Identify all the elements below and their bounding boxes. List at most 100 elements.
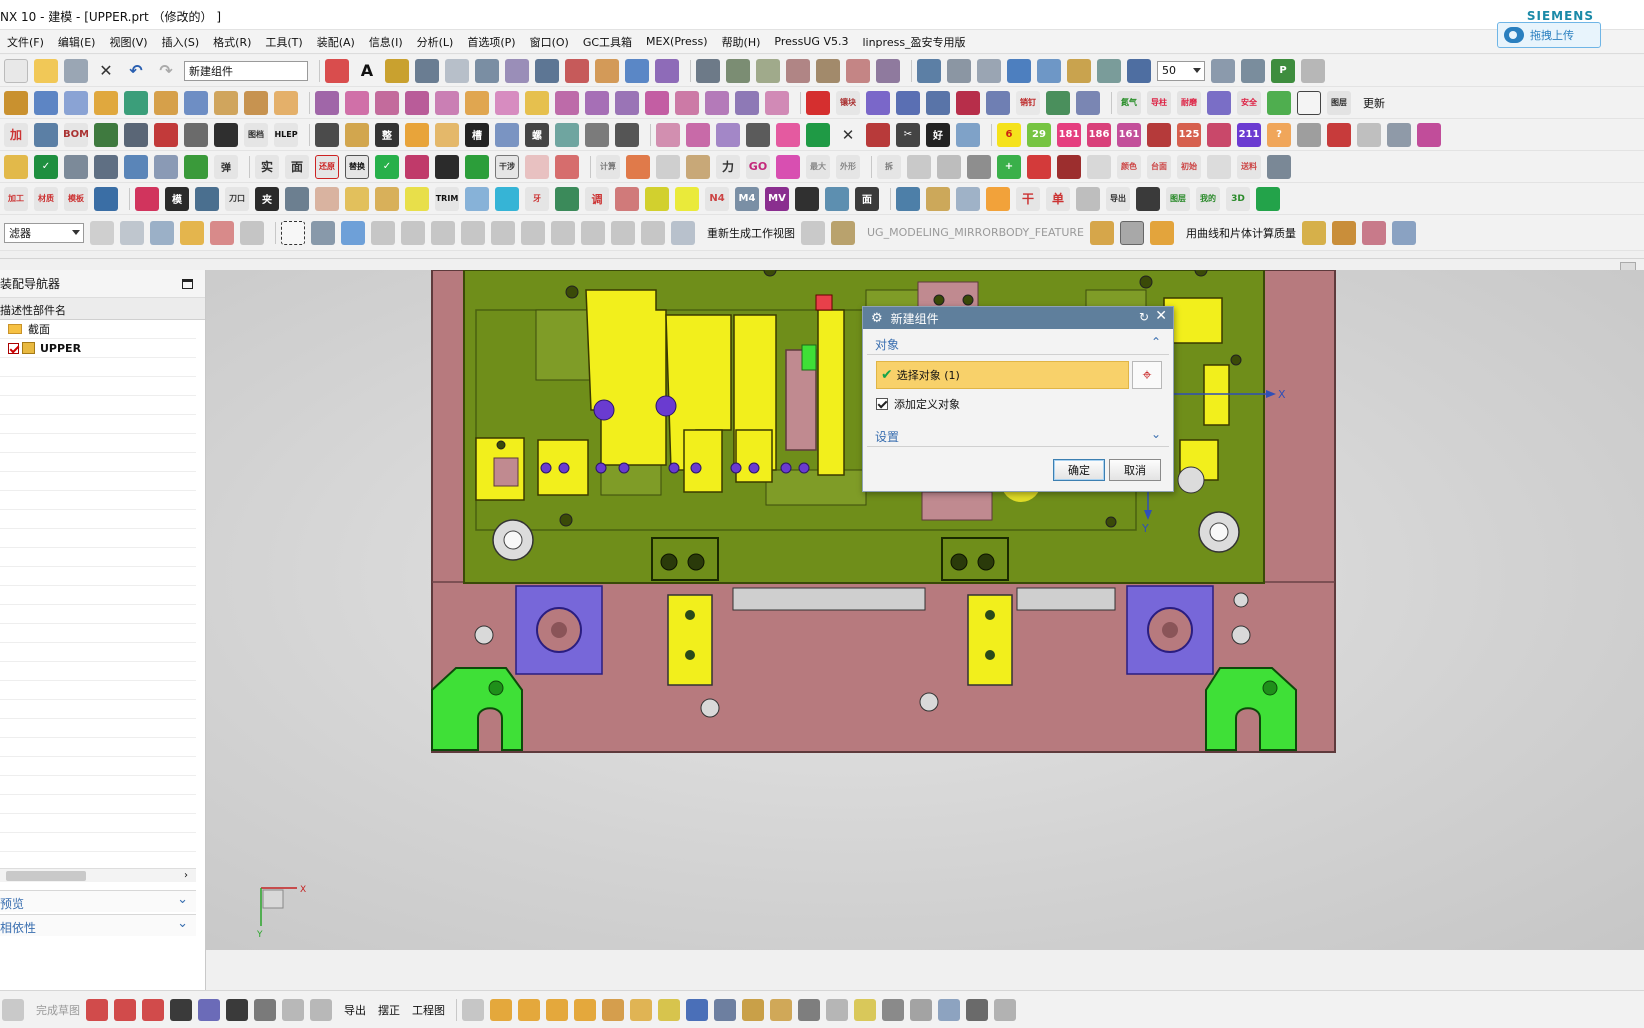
on-curve-icon[interactable] [641,220,665,245]
frame-icon[interactable] [1297,90,1321,115]
settings-end-icon[interactable] [994,998,1016,1021]
delete-icon[interactable]: ✕ [94,59,118,83]
arrow-right-icon[interactable] [465,154,489,179]
force-icon[interactable]: 力 [716,154,740,179]
green-flag-icon[interactable] [184,154,208,179]
export-label-icon[interactable]: 导出 [1106,186,1130,211]
pink-label-icon[interactable] [525,154,549,179]
table-view-icon[interactable] [801,220,825,245]
pattern-icon[interactable] [625,58,649,83]
dimension-icon[interactable] [282,998,304,1021]
table-icon[interactable] [94,122,118,147]
color-211-icon[interactable]: 211 [1237,122,1261,147]
text-icon[interactable]: A [355,59,379,83]
upload-button[interactable]: 拖拽上传 [1497,22,1601,48]
mv-icon[interactable]: MV [765,186,789,211]
color-125-icon[interactable]: 125 [1177,122,1201,147]
control-snap-icon[interactable] [491,220,515,245]
circle-sketch-icon[interactable] [170,998,192,1021]
undo-icon[interactable]: ↶ [124,59,148,83]
point-sketch-icon[interactable] [226,998,248,1021]
offset-face-icon[interactable] [585,90,609,115]
ruler-icon[interactable] [1090,220,1115,245]
knife-icon[interactable]: 刀口 [225,186,249,211]
gray-icon[interactable] [656,154,680,179]
polygon-icon[interactable] [846,58,870,83]
create-array-icon[interactable] [546,998,568,1021]
light-icon[interactable] [1087,154,1111,179]
menu-pressug[interactable]: PressUG V5.3 [767,35,855,48]
subtract-icon[interactable] [345,90,369,115]
move-component-icon[interactable] [574,998,596,1021]
command-finder-input[interactable]: 新建组件 [184,60,308,81]
red-arrow-icon[interactable] [1027,154,1051,179]
pin-hole-icon[interactable]: 销钉 [1016,90,1040,115]
diamond-icon[interactable] [214,122,238,147]
red-cube-icon[interactable] [1327,122,1351,147]
hammer-icon[interactable] [1297,122,1321,147]
p-icon[interactable]: P [1271,58,1295,83]
promote-icon[interactable] [882,998,904,1021]
regenerate-icon[interactable] [671,220,695,245]
end-icon[interactable] [1417,122,1441,147]
menu-mex-press[interactable]: MEX(Press) [639,35,715,48]
add-defined-objects-checkbox[interactable]: 添加定义对象 [876,395,960,413]
surface-icon[interactable] [465,186,489,211]
dark-red-icon[interactable] [1057,154,1081,179]
rectangle-icon[interactable] [816,58,840,83]
crosshair-button[interactable]: ⌖ [1132,361,1162,389]
fit-view-icon[interactable] [917,58,941,83]
menu-format[interactable]: 格式(R) [206,34,258,50]
dialog-title-bar[interactable]: ⚙ 新建组件 ↻ ✕ [863,307,1173,329]
settings-group-header[interactable]: 设置 ⌄ [867,425,1169,447]
intersect-icon[interactable] [375,90,399,115]
clone-icon[interactable] [938,998,960,1021]
box-light-icon[interactable] [435,122,459,147]
purple-tool-icon[interactable] [866,90,890,115]
orange-diamond-icon[interactable] [986,186,1010,211]
horizontal-scrollbar[interactable]: › [0,868,196,882]
new-file-icon[interactable] [4,58,28,83]
color-6-icon[interactable]: 6 [997,122,1021,147]
project-curve-icon[interactable] [445,58,469,83]
groove-icon[interactable]: 槽 [465,122,489,147]
revolve-icon[interactable] [124,90,148,115]
surface-draw-icon[interactable]: 面 [855,186,879,211]
forward-icon[interactable] [405,154,429,179]
sphere-icon[interactable] [94,186,118,211]
color-face-icon[interactable]: 颜色 [1117,154,1141,179]
menu-window[interactable]: 窗口(O) [523,34,576,50]
object-group-header[interactable]: 对象 ⌃ [867,333,1169,355]
clamp-icon[interactable]: 夹 [255,186,279,211]
menu-info[interactable]: 信息(I) [362,34,410,50]
corner-icon[interactable] [786,58,810,83]
boss-icon[interactable] [184,90,208,115]
stack-plate-icon[interactable] [926,186,950,211]
pin-icon[interactable] [926,90,950,115]
plus-green-icon[interactable]: + [997,154,1021,179]
reference-icon[interactable] [910,998,932,1021]
solid-icon[interactable]: 实 [255,154,279,179]
spring-stack-icon[interactable] [315,186,339,211]
export-label[interactable]: 导出 [344,1002,366,1018]
menu-insert[interactable]: 插入(S) [155,34,207,50]
close-icon[interactable]: ✕ [1155,308,1167,324]
tooth-icon[interactable]: 牙 [525,186,549,211]
strip-icon[interactable] [154,122,178,147]
show-hide-icon[interactable] [630,998,652,1021]
print-icon[interactable] [64,58,88,83]
end-snap-icon[interactable] [431,220,455,245]
mold-icon[interactable]: 模 [165,186,189,211]
checkbox-icon[interactable] [876,398,888,410]
notes-icon[interactable] [555,154,579,179]
grid-icon[interactable] [1387,122,1411,147]
green-end-icon[interactable] [1256,186,1280,211]
go-icon[interactable]: GO [746,154,770,179]
cylinder-icon[interactable] [34,90,58,115]
reset-icon[interactable]: ↻ [1139,310,1149,324]
chamfer-curve-icon[interactable] [756,58,780,83]
measure-icon[interactable] [34,122,58,147]
move-layer-icon[interactable] [1241,58,1265,83]
cancel-button[interactable]: 取消 [1109,459,1161,481]
snap-icon[interactable] [120,220,144,245]
